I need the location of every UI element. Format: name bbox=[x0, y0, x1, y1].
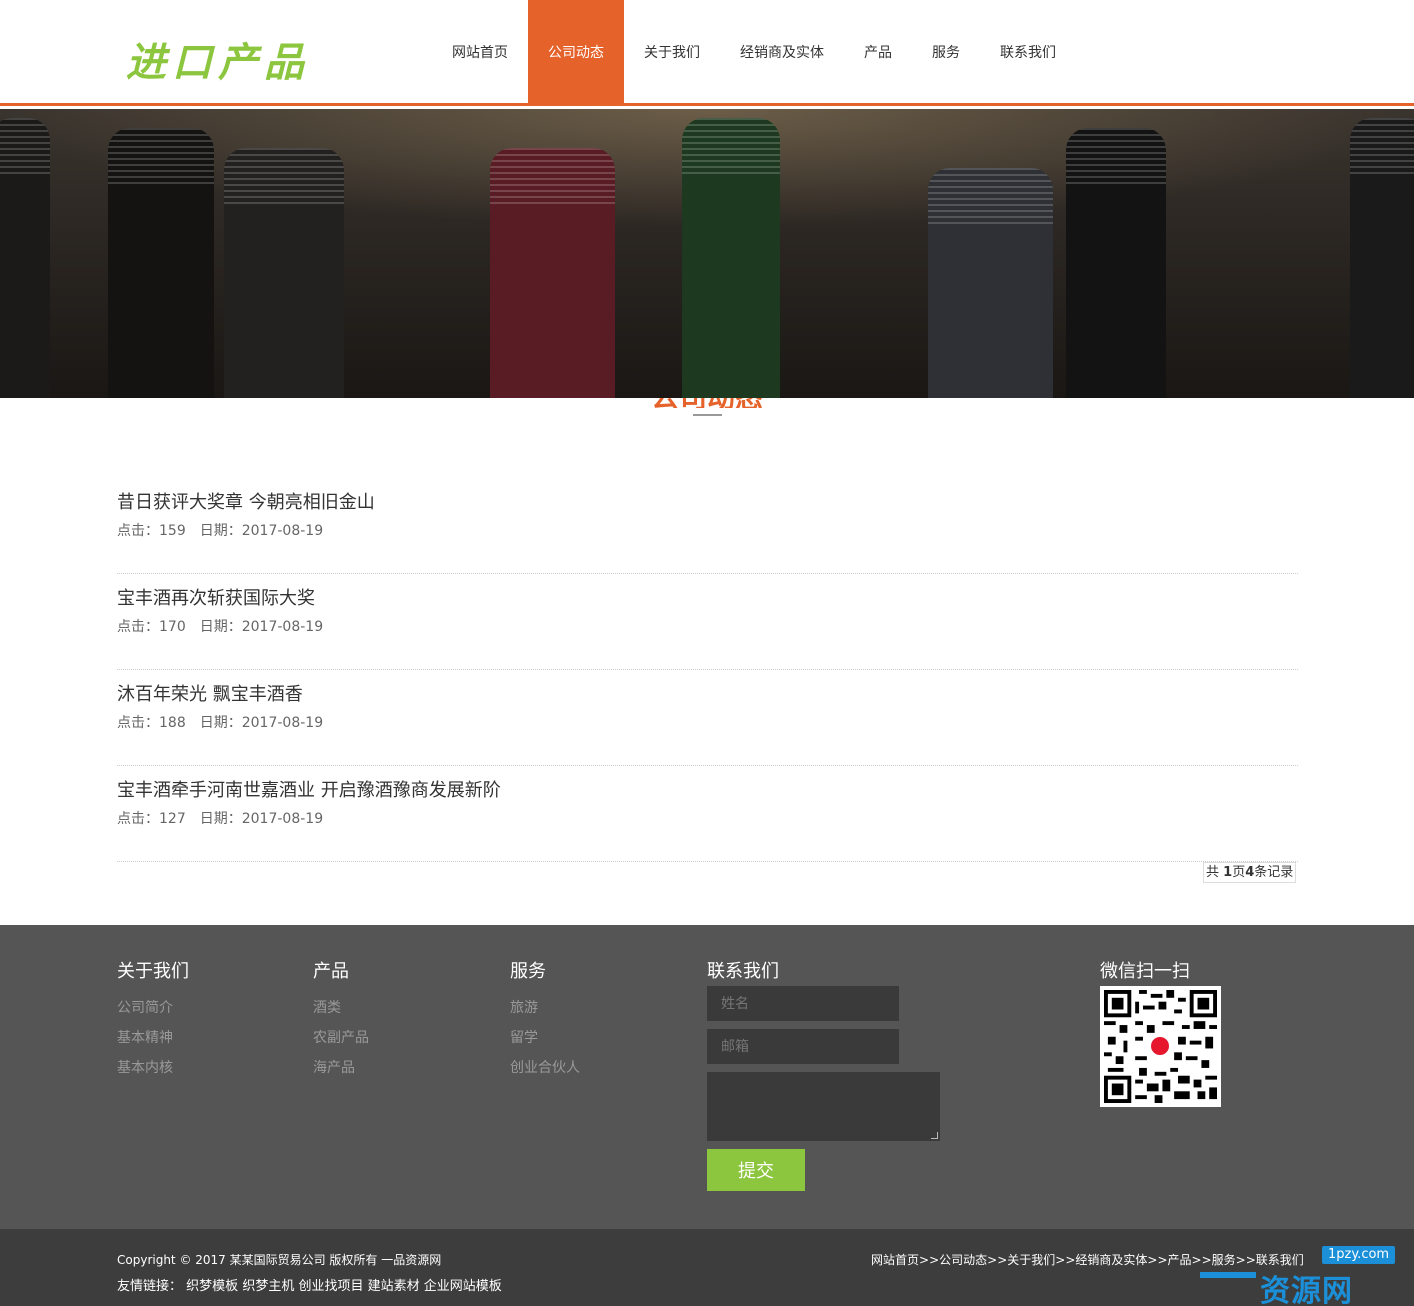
submit-button[interactable]: 提交 bbox=[707, 1149, 805, 1191]
nav-item-contact[interactable]: 联系我们 bbox=[980, 0, 1076, 106]
news-meta: 点击：159 日期：2017-08-19 bbox=[117, 520, 1298, 540]
footer-link[interactable]: 基本内核 bbox=[117, 1053, 189, 1083]
bottle-image bbox=[928, 168, 1053, 398]
bottle-image bbox=[108, 128, 214, 398]
footer-nav-sep: >> bbox=[987, 1253, 1008, 1267]
news-title-link[interactable]: 昔日获评大奖章 今朝亮相旧金山 bbox=[117, 490, 1298, 516]
pager-pages: 1 bbox=[1223, 865, 1233, 880]
friend-link[interactable]: 创业找项目 bbox=[298, 1279, 363, 1294]
nav-item-news[interactable]: 公司动态 bbox=[528, 0, 624, 106]
weibo-icon bbox=[1148, 1034, 1172, 1058]
footer-link[interactable]: 公司简介 bbox=[117, 993, 189, 1023]
footer-link[interactable]: 创业合伙人 bbox=[510, 1053, 580, 1083]
pager-records: 4 bbox=[1245, 865, 1255, 880]
footer-products: 产品 酒类 农副产品 海产品 bbox=[313, 957, 369, 1083]
friend-links: 友情链接： 织梦模板 织梦主机 创业找项目 建站素材 企业网站模板 bbox=[117, 1275, 502, 1294]
friend-link[interactable]: 织梦模板 bbox=[186, 1279, 238, 1294]
footer-nav-item[interactable]: 关于我们 bbox=[1007, 1253, 1055, 1267]
section-title: 公司动态 bbox=[600, 398, 814, 408]
list-item: 宝丰酒再次斩获国际大奖 点击：170 日期：2017-08-19 bbox=[117, 574, 1298, 670]
pager-mid: 页 bbox=[1232, 865, 1246, 880]
news-date: 日期：2017-08-19 bbox=[199, 619, 324, 635]
news-title-link[interactable]: 宝丰酒牵手河南世嘉酒业 开启豫酒豫商发展新阶 bbox=[117, 778, 1298, 804]
footer-nav-sep: >> bbox=[1055, 1253, 1076, 1267]
site-logo[interactable]: 进口产品 bbox=[126, 30, 310, 88]
footer-nav-item[interactable]: 经销商及实体 bbox=[1075, 1253, 1147, 1267]
news-clicks: 点击：170 bbox=[117, 619, 186, 635]
bottle-image bbox=[0, 118, 50, 398]
name-input[interactable] bbox=[707, 986, 899, 1021]
footer-nav-item[interactable]: 公司动态 bbox=[939, 1253, 987, 1267]
nav-item-services[interactable]: 服务 bbox=[912, 0, 980, 106]
footer-contact-title: 联系我们 bbox=[707, 961, 779, 982]
section-divider bbox=[693, 414, 722, 416]
footer-link[interactable]: 海产品 bbox=[313, 1053, 369, 1083]
watermark-bar bbox=[1200, 1272, 1256, 1278]
news-clicks: 点击：188 bbox=[117, 715, 186, 731]
pagination-info: 共 1页4条记录 bbox=[1203, 862, 1297, 883]
copyright-text: Copyright © 2017 某某国际贸易公司 版权所有 一品资源网 bbox=[117, 1253, 442, 1267]
footer-services-title: 服务 bbox=[510, 961, 546, 982]
list-item: 昔日获评大奖章 今朝亮相旧金山 点击：159 日期：2017-08-19 bbox=[117, 478, 1298, 574]
footer-nav-item[interactable]: 网站首页 bbox=[871, 1253, 919, 1267]
news-meta: 点击：188 日期：2017-08-19 bbox=[117, 712, 1298, 732]
email-input[interactable] bbox=[707, 1029, 899, 1064]
footer-about-title: 关于我们 bbox=[117, 961, 189, 982]
bottle-image bbox=[1066, 128, 1166, 398]
pager-prefix: 共 bbox=[1206, 865, 1224, 880]
bottle-image bbox=[224, 148, 344, 398]
footer-nav-item[interactable]: 产品 bbox=[1168, 1253, 1192, 1267]
footer-wechat-title: 微信扫一扫 bbox=[1100, 961, 1190, 982]
hero-banner bbox=[0, 109, 1414, 398]
bottle-image bbox=[490, 148, 615, 398]
footer-about: 关于我们 公司简介 基本精神 基本内核 bbox=[117, 957, 189, 1083]
footer-link[interactable]: 农副产品 bbox=[313, 1023, 369, 1053]
wechat-qr-code bbox=[1100, 986, 1221, 1107]
news-date: 日期：2017-08-19 bbox=[199, 523, 324, 539]
news-list: 昔日获评大奖章 今朝亮相旧金山 点击：159 日期：2017-08-19 宝丰酒再… bbox=[117, 478, 1298, 862]
footer-link[interactable]: 留学 bbox=[510, 1023, 580, 1053]
news-meta: 点击：170 日期：2017-08-19 bbox=[117, 616, 1298, 636]
list-item: 沐百年荣光 飘宝丰酒香 点击：188 日期：2017-08-19 bbox=[117, 670, 1298, 766]
site-footer: 关于我们 公司简介 基本精神 基本内核 产品 酒类 农副产品 海产品 服务 旅游… bbox=[0, 925, 1414, 1229]
nav-item-products[interactable]: 产品 bbox=[844, 0, 912, 106]
pager-suffix: 条记录 bbox=[1254, 865, 1294, 880]
friend-link[interactable]: 织梦主机 bbox=[242, 1279, 294, 1294]
friend-links-label: 友情链接： bbox=[117, 1279, 183, 1294]
news-clicks: 点击：127 bbox=[117, 811, 186, 827]
news-title-link[interactable]: 沐百年荣光 飘宝丰酒香 bbox=[117, 682, 1298, 708]
message-textarea[interactable] bbox=[707, 1072, 940, 1141]
news-date: 日期：2017-08-19 bbox=[199, 715, 324, 731]
watermark-tag: 1pzy.com bbox=[1322, 1246, 1396, 1264]
news-meta: 点击：127 日期：2017-08-19 bbox=[117, 808, 1298, 828]
bottle-image bbox=[682, 118, 780, 398]
footer-link[interactable]: 旅游 bbox=[510, 993, 580, 1023]
main-nav: 网站首页 公司动态 关于我们 经销商及实体 产品 服务 联系我们 bbox=[432, 0, 1076, 106]
footer-nav-sep: >> bbox=[919, 1253, 940, 1267]
watermark-text: 资源网 bbox=[1260, 1274, 1353, 1306]
watermark-logo: 1pzy.com 资源网 bbox=[1200, 1244, 1414, 1306]
nav-item-about[interactable]: 关于我们 bbox=[624, 0, 720, 106]
site-header: 进口产品 网站首页 公司动态 关于我们 经销商及实体 产品 服务 联系我们 bbox=[0, 0, 1414, 106]
footer-products-title: 产品 bbox=[313, 961, 349, 982]
footer-link[interactable]: 酒类 bbox=[313, 993, 369, 1023]
nav-item-dealers[interactable]: 经销商及实体 bbox=[720, 0, 844, 106]
footer-link[interactable]: 基本精神 bbox=[117, 1023, 189, 1053]
section-title-text: 公司动态 bbox=[600, 398, 814, 408]
friend-link[interactable]: 建站素材 bbox=[368, 1279, 420, 1294]
footer-services: 服务 旅游 留学 创业合伙人 bbox=[510, 957, 580, 1083]
news-date: 日期：2017-08-19 bbox=[199, 811, 324, 827]
friend-link[interactable]: 企业网站模板 bbox=[424, 1279, 502, 1294]
news-title-link[interactable]: 宝丰酒再次斩获国际大奖 bbox=[117, 586, 1298, 612]
news-clicks: 点击：159 bbox=[117, 523, 186, 539]
nav-item-home[interactable]: 网站首页 bbox=[432, 0, 528, 106]
bottle-image bbox=[1350, 118, 1414, 398]
list-item: 宝丰酒牵手河南世嘉酒业 开启豫酒豫商发展新阶 点击：127 日期：2017-08-… bbox=[117, 766, 1298, 862]
footer-nav-sep: >> bbox=[1147, 1253, 1168, 1267]
